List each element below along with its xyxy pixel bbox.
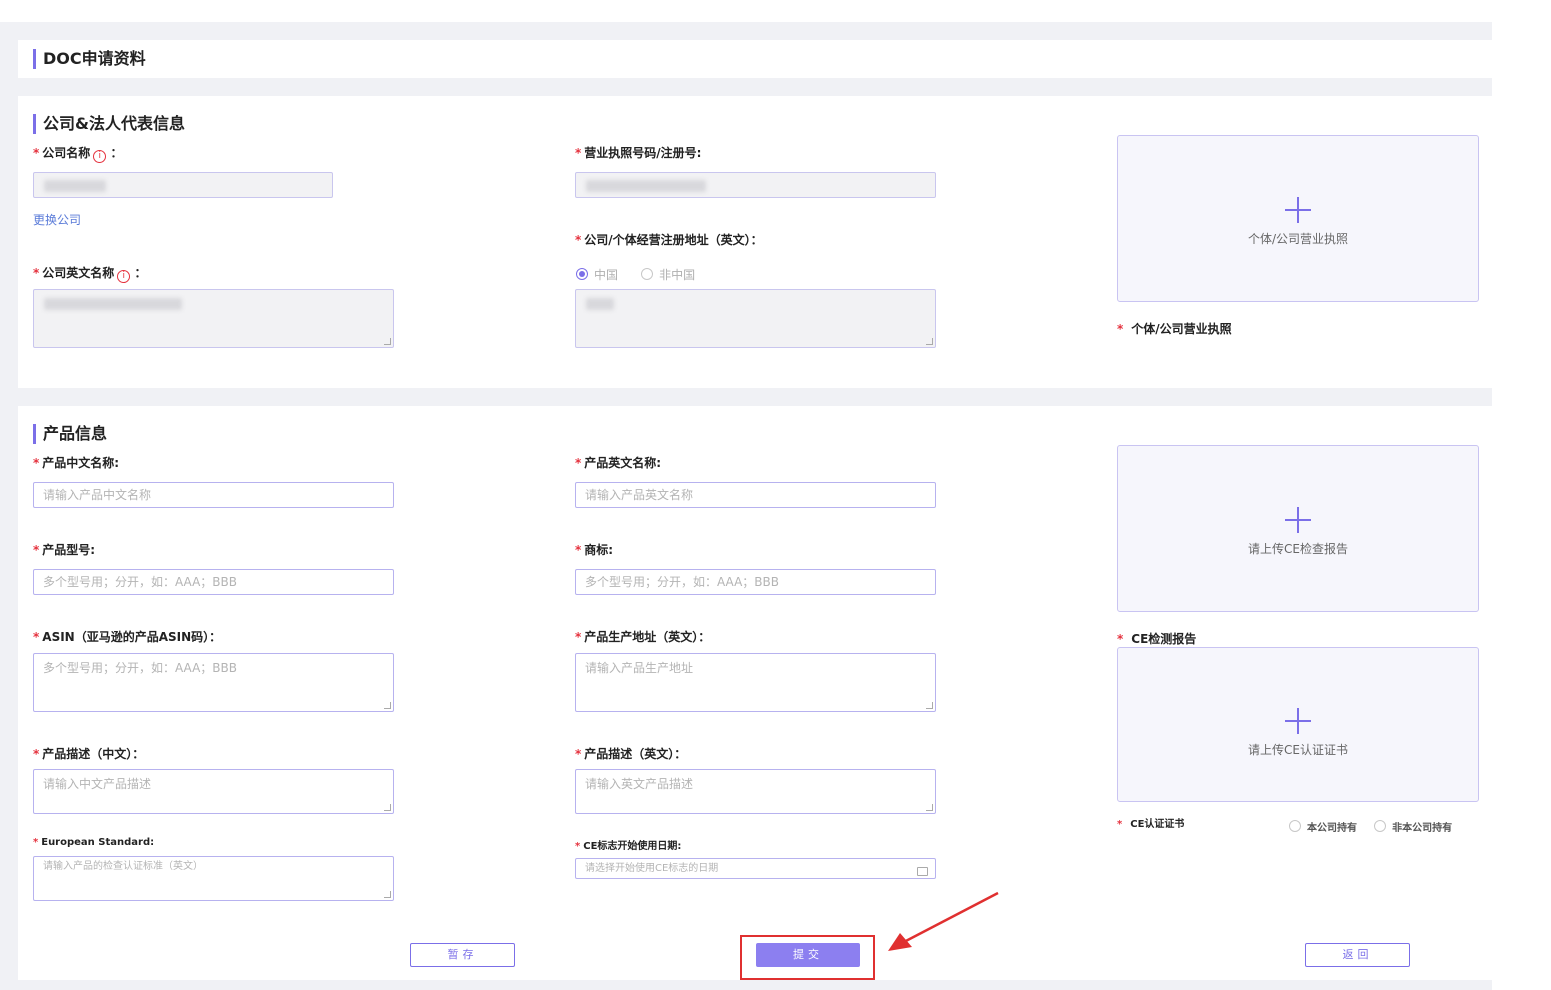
required-mark: *: [33, 456, 40, 470]
ce-report-label: * CE检测报告: [1117, 632, 1197, 646]
required-mark: *: [1117, 322, 1124, 336]
top-strip: [0, 0, 1492, 22]
upload-hint: 个体/公司营业执照: [1247, 232, 1349, 246]
product-en-name-label: * 产品英文名称:: [575, 456, 662, 470]
address-region-radio-group: 中国 非中国: [576, 264, 713, 283]
company-address-label: * 公司/个体经营注册地址（英文）：: [575, 233, 763, 247]
calendar-icon[interactable]: [917, 867, 928, 876]
submit-highlight-box: [740, 935, 875, 980]
required-mark: *: [33, 146, 40, 160]
required-mark: *: [33, 543, 40, 557]
required-mark: *: [33, 630, 40, 644]
redacted-value: [586, 180, 706, 192]
plus-icon: [1285, 507, 1311, 533]
ce-certificate-label: * CE认证证书: [1117, 819, 1185, 830]
production-address-label: * 产品生产地址（英文）：: [575, 630, 711, 644]
redacted-value: [44, 180, 106, 192]
resize-handle[interactable]: [926, 702, 933, 709]
resize-handle[interactable]: [384, 702, 391, 709]
resize-handle[interactable]: [384, 891, 391, 898]
info-icon[interactable]: i: [93, 150, 107, 163]
required-mark: *: [575, 543, 582, 557]
ce-report-upload[interactable]: 请上传CE检查报告: [1117, 445, 1479, 612]
product-en-name-input[interactable]: 请输入产品英文名称: [575, 482, 936, 508]
resize-handle[interactable]: [384, 338, 391, 345]
required-mark: *: [575, 456, 582, 470]
required-mark: *: [575, 841, 581, 852]
plus-icon: [1285, 197, 1311, 223]
product-section-title: 产品信息: [33, 424, 107, 444]
asin-placeholder: 多个型号用；分开，如：AAA；BBB: [43, 661, 237, 675]
product-cn-name-label: * 产品中文名称:: [33, 456, 120, 470]
annotation-arrow-icon: [888, 891, 999, 951]
info-icon[interactable]: i: [117, 270, 131, 283]
required-mark: *: [575, 233, 582, 247]
required-mark: *: [575, 747, 582, 761]
upload-hint: 请上传CE认证证书: [1248, 743, 1348, 757]
save-draft-button[interactable]: 暂存: [410, 943, 515, 967]
redacted-value: [44, 298, 182, 310]
resize-handle[interactable]: [926, 338, 933, 345]
ce-date-placeholder: 请选择开始使用CE标志的日期: [585, 863, 719, 874]
plus-icon: [1285, 708, 1311, 734]
required-mark: *: [1117, 632, 1124, 646]
company-name-input[interactable]: [33, 172, 333, 198]
desc-en-label: * 产品描述（英文）：: [575, 747, 687, 761]
radio-non-china-label: 非中国: [659, 268, 696, 282]
radio-non-china[interactable]: [641, 268, 654, 280]
european-standard-label: * European Standard:: [33, 837, 155, 848]
company-en-name-textarea[interactable]: [33, 289, 394, 348]
radio-china-label: 中国: [594, 268, 619, 282]
european-standard-placeholder: 请输入产品的检查认证标准（英文）: [43, 861, 203, 872]
page-title: DOC申请资料: [33, 49, 146, 69]
asin-label: * ASIN（亚马逊的产品ASIN码）：: [33, 630, 222, 644]
production-address-textarea[interactable]: 请输入产品生产地址: [575, 653, 936, 712]
product-cn-name-input[interactable]: 请输入产品中文名称: [33, 482, 394, 508]
required-mark: *: [575, 146, 582, 160]
desc-en-placeholder: 请输入英文产品描述: [585, 777, 694, 791]
ce-date-picker[interactable]: 请选择开始使用CE标志的日期: [575, 858, 936, 879]
radio-china[interactable]: [576, 268, 588, 280]
required-mark: *: [33, 837, 39, 848]
product-model-input[interactable]: 多个型号用；分开，如：AAA；BBB: [33, 569, 394, 595]
back-button[interactable]: 返回: [1305, 943, 1410, 967]
resize-handle[interactable]: [926, 804, 933, 811]
resize-handle[interactable]: [384, 804, 391, 811]
radio-own-company[interactable]: [1289, 820, 1301, 832]
page-background: DOC申请资料 公司&法人代表信息 * 公司名称 i ： 更换公司 * 公司英文名称 i…: [0, 0, 1492, 990]
license-number-input[interactable]: [575, 172, 936, 198]
radio-other-company-label: 非本公司持有: [1392, 823, 1453, 834]
company-en-name-label: * 公司英文名称 i ：: [33, 266, 147, 283]
company-section-title: 公司&法人代表信息: [33, 114, 185, 134]
brand-label: * 商标:: [575, 543, 614, 557]
business-license-label: * 个体/公司营业执照: [1117, 322, 1232, 336]
radio-other-company[interactable]: [1374, 820, 1387, 832]
upload-hint: 请上传CE检查报告: [1248, 542, 1348, 556]
company-name-label: * 公司名称 i ：: [33, 146, 123, 163]
change-company-link[interactable]: 更换公司: [33, 211, 81, 228]
european-standard-textarea[interactable]: 请输入产品的检查认证标准（英文）: [33, 856, 394, 901]
required-mark: *: [33, 266, 40, 280]
asin-textarea[interactable]: 多个型号用；分开，如：AAA；BBB: [33, 653, 394, 712]
desc-en-textarea[interactable]: 请输入英文产品描述: [575, 769, 936, 814]
required-mark: *: [33, 747, 40, 761]
company-address-textarea[interactable]: [575, 289, 936, 348]
brand-input[interactable]: 多个型号用；分开，如：AAA；BBB: [575, 569, 936, 595]
required-mark: *: [1117, 819, 1123, 830]
ce-date-label: * CE标志开始使用日期:: [575, 841, 682, 852]
desc-cn-textarea[interactable]: 请输入中文产品描述: [33, 769, 394, 814]
business-license-upload[interactable]: 个体/公司营业执照: [1117, 135, 1479, 302]
ce-certificate-owner-radio-group: 本公司持有 非本公司持有: [1289, 816, 1452, 835]
desc-cn-placeholder: 请输入中文产品描述: [43, 777, 152, 791]
product-model-label: * 产品型号:: [33, 543, 96, 557]
required-mark: *: [575, 630, 582, 644]
radio-own-company-label: 本公司持有: [1307, 823, 1357, 834]
license-number-label: * 营业执照号码/注册号:: [575, 146, 702, 160]
production-address-placeholder: 请输入产品生产地址: [585, 661, 694, 675]
desc-cn-label: * 产品描述（中文）：: [33, 747, 145, 761]
ce-certificate-upload[interactable]: 请上传CE认证证书: [1117, 647, 1479, 802]
header-card: [18, 40, 1492, 78]
redacted-value: [586, 298, 614, 310]
